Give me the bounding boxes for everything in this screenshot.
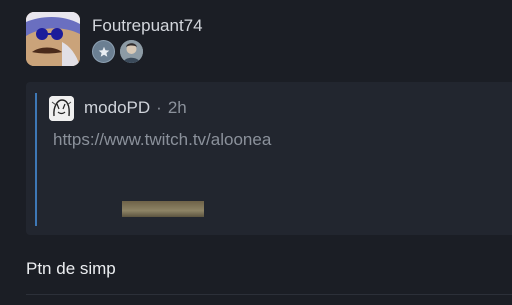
avatar-image — [26, 12, 80, 66]
quote-separator: · — [156, 98, 162, 117]
post-author-name[interactable]: Foutrepuant74 — [92, 16, 203, 36]
quote-embed-thumbnail[interactable] — [122, 201, 204, 217]
quote-header: modoPD · 2h — [84, 98, 187, 118]
star-badge-icon[interactable] — [92, 40, 115, 63]
divider — [26, 294, 512, 295]
quote-author-avatar[interactable] — [49, 96, 74, 121]
quote-link[interactable]: https://www.twitch.tv/aloonea — [53, 130, 271, 150]
user-badges — [92, 40, 143, 63]
quoted-message[interactable]: modoPD · 2h https://www.twitch.tv/aloonea — [26, 82, 512, 235]
user-avatar[interactable] — [26, 12, 80, 66]
message-text: Ptn de simp — [26, 259, 116, 278]
avatar-badge-icon[interactable] — [120, 40, 143, 63]
quote-timestamp: 2h — [167, 98, 187, 117]
quote-author-name[interactable]: modoPD — [84, 98, 150, 117]
quote-accent-bar — [35, 93, 37, 226]
